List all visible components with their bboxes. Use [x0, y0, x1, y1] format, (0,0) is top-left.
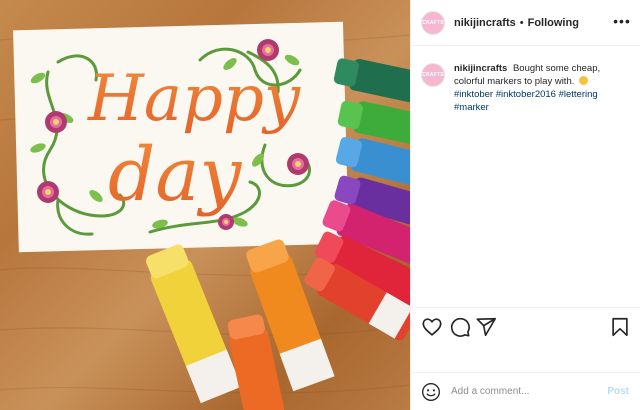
post-side-panel: CRAFTS nikijincrafts • Following ••• CRA… [410, 0, 640, 410]
instagram-post: Happy day CRAFTS nikijincrafts • Followi… [0, 0, 640, 410]
caption-username-link[interactable]: nikijincrafts [454, 63, 507, 74]
caption-text-block: nikijincrafts Bought some cheap, colorfu… [454, 62, 633, 114]
post-comment-button[interactable]: Post [607, 386, 629, 397]
smile-emoji-icon [579, 76, 589, 85]
heart-icon[interactable] [421, 316, 443, 338]
comment-icon[interactable] [449, 316, 471, 338]
emoji-icon[interactable] [421, 382, 441, 402]
caption-avatar-text: CRAFTS [422, 72, 444, 78]
share-icon[interactable] [475, 316, 497, 338]
add-comment-input[interactable] [451, 386, 591, 397]
post-photo-art: Happy day [0, 21, 410, 410]
post-header: CRAFTS nikijincrafts • Following ••• [411, 0, 640, 46]
hashtag-link[interactable]: #inktober2016 [496, 89, 556, 100]
separator-dot: • [519, 16, 524, 29]
hashtag-link[interactable]: #inktober [454, 89, 493, 100]
caption-avatar[interactable]: CRAFTS [421, 63, 445, 87]
username-link[interactable]: nikijincrafts [454, 17, 516, 29]
bookmark-icon[interactable] [609, 316, 631, 338]
lettering-day: day [108, 132, 242, 218]
hashtag-link[interactable]: #lettering [559, 89, 598, 100]
add-comment-bar: Post [411, 372, 640, 410]
more-options-icon[interactable]: ••• [611, 10, 633, 32]
post-photo[interactable]: Happy day [0, 0, 410, 410]
caption-comment: CRAFTS nikijincrafts Bought some cheap, … [421, 62, 633, 114]
hashtag-link[interactable]: #marker [454, 102, 489, 113]
avatar-text: CRAFTS [422, 19, 444, 26]
following-button[interactable]: Following [528, 17, 579, 29]
avatar[interactable]: CRAFTS [421, 10, 445, 35]
lettering-happy: Happy [87, 62, 301, 136]
action-bar [411, 307, 640, 345]
